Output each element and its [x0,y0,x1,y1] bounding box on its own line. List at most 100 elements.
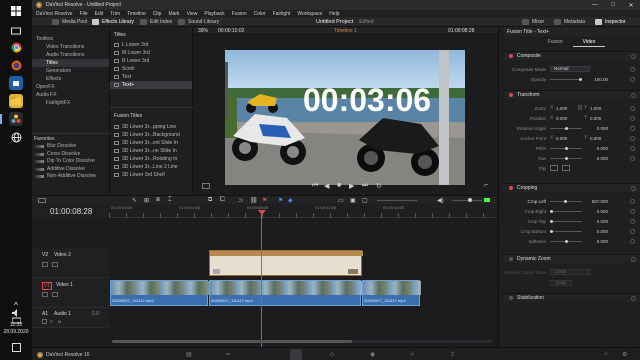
reset-icon[interactable] [630,105,635,111]
scrollbar-thumb[interactable] [112,340,352,343]
slider-knob[interactable] [565,146,568,150]
reset-icon[interactable] [631,185,636,191]
slider-knob[interactable] [564,199,567,203]
zoom-slider[interactable] [377,200,417,201]
audio-volume-icon[interactable]: ◀) [437,197,444,204]
yaw-slider[interactable] [550,156,582,160]
reset-icon[interactable] [630,66,635,72]
store-icon[interactable] [9,76,23,90]
video-clip-v1-a[interactable]: 20200927_111417.mp4 [110,280,209,306]
position-x-value[interactable]: 0.000 [556,116,576,121]
tree-item-openfx[interactable]: OpenFX [32,83,109,91]
settings-icon[interactable]: ⚙ [622,351,627,358]
crop-top-slider[interactable] [550,219,582,223]
maximize-button[interactable]: □ [604,2,622,9]
effects-library-button[interactable]: Effects Library [92,18,134,26]
mark-icon[interactable]: ⌐ [484,182,488,189]
reset-icon[interactable] [630,198,635,204]
section-stabilization[interactable]: Stabilization [503,293,640,302]
title-clip-text-plus[interactable] [209,250,363,276]
tree-item-audio-transitions[interactable]: Audio Transitions [32,51,109,59]
fusion-title-item[interactable]: 3D Lower 3r...Rotating In [110,155,193,163]
tree-item-titles[interactable]: Titles [32,59,109,67]
tree-item-fairlightfx[interactable]: FairlightFX [32,99,109,107]
opacity-slider[interactable] [550,77,582,81]
media-page-icon[interactable]: ▤ [186,351,192,358]
position-y-value[interactable]: 0.000 [590,116,610,121]
slider-knob[interactable] [550,219,553,223]
fusion-title-item[interactable]: 3D Lower 3r...ext Slide In [110,139,193,147]
reset-icon[interactable] [631,295,636,301]
title-item[interactable]: Text [110,73,192,81]
reset-icon[interactable] [630,218,635,224]
position-lock-icon[interactable]: ⚑ [262,197,267,204]
zoom-y-value[interactable]: 1.000 [590,106,610,111]
reset-icon[interactable] [631,256,636,262]
loop-icon[interactable]: ↻ [376,182,382,190]
home-icon[interactable]: ⌂ [604,351,608,357]
title-item[interactable]: M Lower 3rd [110,49,192,57]
favorite-item[interactable]: Cross Dissolve [32,151,110,159]
slider-knob[interactable] [565,239,568,243]
fusion-title-item[interactable]: 3D Lower 3r...pping Line [110,123,193,131]
softness-slider[interactable] [550,239,582,243]
favorite-item[interactable]: Non-Additive Dissolve [32,173,110,181]
timeline-ruler[interactable]: 01:00:00:00 01:00:04:00 01:00:08:00 01:0… [109,204,497,218]
track-header-a1[interactable]: A1 Audio 1 2.0 S M [32,308,109,328]
video-clip-v1-c[interactable]: 20200927_111417.mp4 [362,280,421,306]
section-cropping[interactable]: Cropping [503,183,640,192]
slider-knob[interactable] [565,126,568,130]
playhead-handle-icon[interactable] [258,210,266,215]
taskview-icon[interactable] [9,24,23,38]
reset-icon[interactable] [630,228,635,234]
reset-icon[interactable] [631,92,636,98]
reset-icon[interactable] [630,145,635,151]
slider-knob[interactable] [565,156,568,160]
chrome-icon[interactable] [9,40,23,54]
play-reverse-icon[interactable]: ◀ [324,182,329,190]
tab-video[interactable]: Video [572,37,606,47]
windows-start-icon[interactable] [9,4,23,18]
title-item[interactable]: R Lower 3rd [110,57,192,65]
track-lock-icon[interactable] [42,262,48,267]
track-visibility-icon[interactable] [52,262,58,267]
reset-icon[interactable] [630,208,635,214]
crop-bottom-slider[interactable] [550,229,582,233]
reset-icon[interactable] [631,53,636,59]
play-icon[interactable]: ▶ [349,182,354,190]
reset-icon[interactable] [630,115,635,121]
pitch-slider[interactable] [550,146,582,150]
crop-bottom-value[interactable]: 0.000 [586,229,608,234]
slider-knob[interactable] [550,209,553,213]
favorite-item[interactable]: Additive Dissolve [32,166,110,174]
section-composite[interactable]: Composite [503,51,640,60]
anchor-y-value[interactable]: 0.000 [590,136,610,141]
snapping-icon[interactable]: ⊃ [238,197,243,204]
davinci-resolve-taskbar-icon[interactable] [0,112,23,126]
globe-icon[interactable] [9,130,23,144]
reset-icon[interactable] [630,155,635,161]
crop-left-value[interactable]: 597.000 [586,199,608,204]
timeline-scrollbar[interactable] [112,340,492,343]
stop-icon[interactable]: ■ [337,182,341,189]
marker-icon[interactable]: ◆ [288,197,293,204]
rotation-value[interactable]: 0.000 [586,126,608,131]
section-dynamic-zoom[interactable]: Dynamic Zoom [503,254,640,263]
zoom-x-value[interactable]: 1.000 [556,106,576,111]
reset-icon[interactable] [630,76,635,82]
close-button[interactable]: ✕ [622,2,640,9]
enable-dot-icon[interactable] [509,186,513,190]
tree-item-generators[interactable]: Generators [32,67,109,75]
title-item[interactable]: Scroll [110,65,192,73]
blade-tool-icon[interactable]: ⌶ [168,197,172,204]
crop-top-value[interactable]: 0.000 [586,219,608,224]
skip-end-icon[interactable]: ⏭ [362,182,368,190]
edit-index-button[interactable]: Edit Index [140,18,172,26]
anchor-x-value[interactable]: 0.000 [556,136,576,141]
menu-view[interactable]: View [187,11,198,17]
volume-slider-knob[interactable] [468,198,472,202]
metadata-button[interactable]: Metadata [554,18,585,26]
video-clip-v1-b[interactable]: 20200927_111417.mp4 [209,280,362,306]
menu-trim[interactable]: Trim [110,11,120,17]
menu-clip[interactable]: Clip [153,11,162,17]
